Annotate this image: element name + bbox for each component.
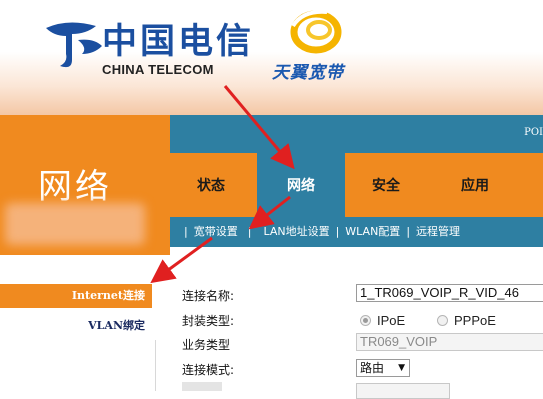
chevron-down-icon: ▼	[398, 363, 405, 373]
tianyi-broadband-text: 天翼宽带	[272, 63, 344, 83]
radio-selected-icon	[360, 315, 371, 326]
subnav-item-remote-management[interactable]: 远程管理	[416, 217, 460, 247]
subnav-item-wlan-config[interactable]: WLAN配置	[345, 217, 400, 247]
tab-security[interactable]: 安全	[345, 153, 427, 217]
left-divider	[155, 340, 156, 391]
tab-network[interactable]: 网络	[257, 153, 345, 217]
service-type-select[interactable]: TR069_VOIP ▼	[356, 333, 543, 351]
nav-top-strip-text: POI	[524, 127, 543, 138]
tianyi-logo-icon	[290, 9, 342, 54]
nav-top-strip: POI	[170, 115, 543, 153]
cropped-row-field	[356, 383, 450, 399]
china-telecom-english-name: CHINA TELECOM	[102, 62, 214, 77]
encap-pppoe-label: PPPoE	[454, 313, 496, 328]
tab-application[interactable]: 应用	[430, 153, 520, 217]
header-banner: 中国电信 CHINA TELECOM 天翼宽带	[0, 0, 543, 115]
left-panel-header: 网络	[0, 115, 170, 255]
service-type-value: TR069_VOIP	[360, 334, 438, 349]
sidebar-item-vlan-binding[interactable]: VLAN绑定	[0, 314, 152, 338]
connection-name-input[interactable]: 1_TR069_VOIP_R_VID_46	[356, 284, 543, 302]
encap-ipoe-label: IPoE	[377, 313, 406, 328]
service-type-label: 业务类型	[182, 338, 231, 352]
blurred-area	[5, 203, 145, 245]
cropped-row-label	[182, 382, 222, 391]
main-nav: 状态 网络 安全 应用	[170, 153, 543, 217]
subnav-item-lan-address[interactable]: LAN地址设置	[263, 217, 329, 247]
sidebar-item-internet-connection[interactable]: Internet连接	[0, 284, 152, 308]
connection-mode-label: 连接模式:	[182, 363, 235, 377]
china-telecom-chinese-name: 中国电信	[102, 21, 255, 62]
encapsulation-type-label: 封装类型:	[182, 314, 235, 328]
encap-ipoe-radio[interactable]: IPoE	[360, 313, 405, 328]
china-telecom-logo-icon	[46, 22, 102, 68]
radio-unselected-icon	[437, 315, 448, 326]
connection-mode-select[interactable]: 路由 ▼	[356, 359, 410, 377]
sub-nav: | 宽带设置 | LAN地址设置 | WLAN配置 | 远程管理	[170, 217, 543, 247]
tab-status[interactable]: 状态	[170, 153, 252, 217]
encap-pppoe-radio[interactable]: PPPoE	[437, 313, 496, 328]
connection-mode-value: 路由	[360, 361, 385, 375]
connection-name-label: 连接名称:	[182, 289, 235, 303]
left-panel-title: 网络	[38, 167, 112, 207]
subnav-item-broadband[interactable]: 宽带设置	[194, 217, 238, 247]
